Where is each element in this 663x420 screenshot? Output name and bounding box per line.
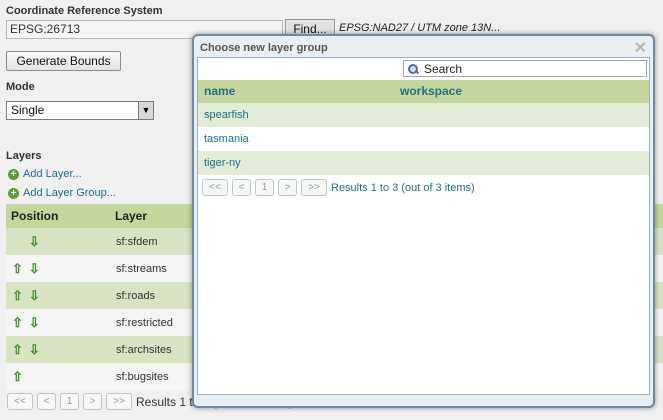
search-placeholder: Search [424,61,463,76]
layers-label: Layers [6,150,42,162]
move-up-icon[interactable]: ⇧ [12,316,23,329]
move-down-icon[interactable]: ⇩ [29,235,40,248]
mode-select[interactable]: Single ▼ [6,101,154,120]
position-cell: ⇧⇩ [6,235,116,248]
add-layer-group-label[interactable]: Add Layer Group... [23,187,116,199]
add-icon: + [8,187,19,199]
next-page-button[interactable]: > [83,393,102,410]
table-row[interactable]: spearfish [198,103,649,127]
workspace-column-header[interactable]: workspace [400,80,462,103]
choose-layer-group-dialog: Choose new layer group ✕ Search name wor… [192,34,655,408]
dialog-body: Search name workspace spearfish tasmania t… [197,57,650,395]
position-cell: ⇧⇩ [6,316,116,329]
results-summary: Results 1 to 3 (out of 3 items) [331,181,475,194]
move-down-icon[interactable]: ⇩ [29,262,40,275]
layer-name: sf:sfdem [116,235,158,248]
move-up-icon[interactable]: ⇧ [12,289,23,302]
layer-name: sf:archsites [116,343,172,356]
first-page-button[interactable]: << [7,393,33,410]
last-page-button[interactable]: >> [106,393,132,410]
page-number[interactable]: 1 [255,179,274,196]
generate-bounds-button[interactable]: Generate Bounds [6,51,121,71]
table-row[interactable]: tiger-ny [198,151,649,175]
name-column-header[interactable]: name [198,80,400,103]
move-up-icon[interactable]: ⇧ [12,262,23,275]
layer-name: sf:bugsites [116,370,169,383]
layer-group-table: name workspace spearfish tasmania tiger-ny… [198,80,649,196]
move-down-icon[interactable]: ⇩ [29,316,40,329]
first-page-button[interactable]: << [202,179,228,196]
move-up-icon[interactable]: ⇧ [12,343,23,356]
move-down-icon[interactable]: ⇩ [29,289,40,302]
close-icon[interactable]: ✕ [634,38,647,58]
add-layer-label[interactable]: Add Layer... [23,168,82,180]
next-page-button[interactable]: > [278,179,297,196]
search-icon [408,63,420,74]
last-page-button[interactable]: >> [301,179,327,196]
add-layer-group-link[interactable]: + Add Layer Group... [8,187,116,199]
move-up-icon[interactable]: ⇧ [12,370,23,383]
crs-description: EPSG:NAD27 / UTM zone 13N... [339,22,501,34]
table-row[interactable]: tasmania [198,127,649,151]
add-layer-link[interactable]: + Add Layer... [8,168,82,180]
layer-name: sf:roads [116,289,156,302]
crs-label: Coordinate Reference System [6,5,163,17]
dialog-pager: << < 1 > >> Results 1 to 3 (out of 3 ite… [198,179,649,196]
prev-page-button[interactable]: < [232,179,251,196]
position-cell: ⇧⇩ [6,262,116,275]
add-icon: + [8,168,19,180]
layer-name: sf:restricted [116,316,173,329]
move-down-icon[interactable]: ⇩ [29,343,40,356]
position-cell: ⇧⇩ [6,289,116,302]
position-column-header: Position [11,209,59,223]
mode-select-value: Single [11,103,45,117]
prev-page-button[interactable]: < [37,393,56,410]
layer-column-header: Layer [115,209,148,223]
dialog-title: Choose new layer group [200,42,328,54]
page-number[interactable]: 1 [60,393,79,410]
layer-group-name-link[interactable]: tiger-ny [198,157,400,169]
search-input[interactable]: Search [403,60,647,77]
position-cell: ⇧⇩ [6,370,116,383]
layer-group-table-header: name workspace [198,80,649,103]
layer-group-name-link[interactable]: spearfish [198,109,400,121]
chevron-down-icon[interactable]: ▼ [138,102,153,119]
mode-label: Mode [6,81,35,93]
layer-group-name-link[interactable]: tasmania [198,133,400,145]
position-cell: ⇧⇩ [6,343,116,356]
layer-name: sf:streams [116,262,167,275]
